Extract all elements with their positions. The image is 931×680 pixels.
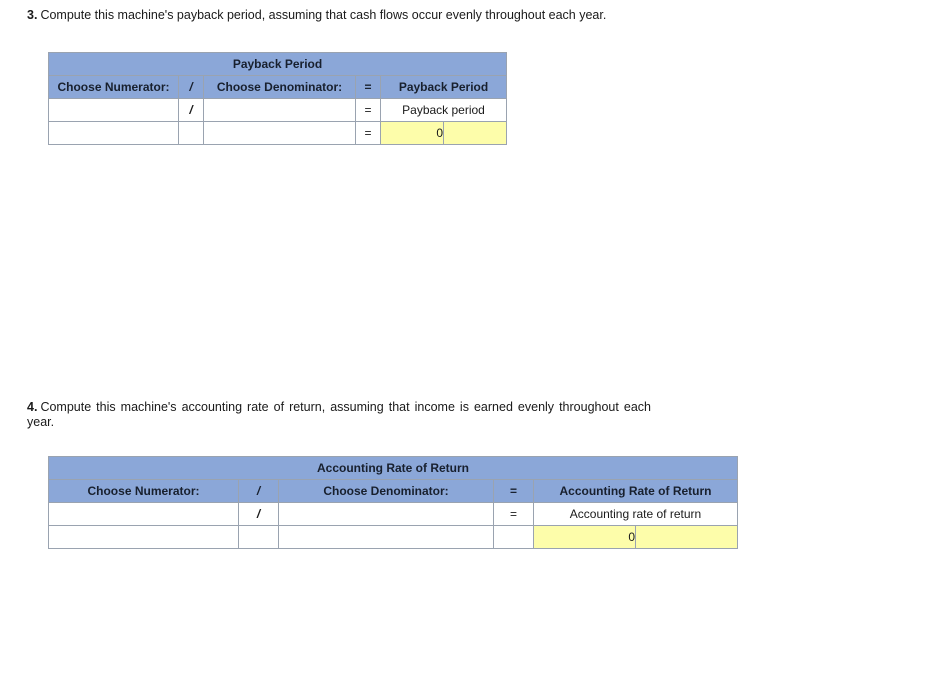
payback-equals-2: = <box>355 121 381 145</box>
table-row: 0 <box>48 525 738 549</box>
arr-table-title: Accounting Rate of Return <box>48 456 738 480</box>
header-choose-numerator: Choose Numerator: <box>48 479 239 503</box>
arr-result-label: Accounting rate of return <box>533 502 738 526</box>
table-title-row: Payback Period <box>47 52 508 76</box>
header-accounting-rate-of-return: Accounting Rate of Return <box>533 479 738 503</box>
arr-divider-2 <box>238 525 279 549</box>
question-4-number: 4. <box>27 400 38 414</box>
table-row: / = Payback period <box>48 98 508 122</box>
payback-divider-1: / <box>178 98 204 122</box>
arr-result-unit[interactable] <box>635 525 738 549</box>
arr-denominator-input-2[interactable] <box>278 525 494 549</box>
payback-divider-2 <box>178 121 204 145</box>
arr-numerator-input-1[interactable] <box>48 502 239 526</box>
header-payback-period: Payback Period <box>379 75 508 99</box>
header-choose-denominator: Choose Denominator: <box>203 75 356 99</box>
arr-result-value[interactable]: 0 <box>533 525 636 549</box>
table-row: = 0 <box>48 121 508 145</box>
header-divider-icon: / <box>238 479 279 503</box>
payback-equals-1: = <box>355 98 381 122</box>
arr-numerator-input-2[interactable] <box>48 525 239 549</box>
arr-divider-1: / <box>238 502 279 526</box>
header-choose-denominator: Choose Denominator: <box>278 479 494 503</box>
header-choose-numerator: Choose Numerator: <box>48 75 179 99</box>
question-4: 4. Compute this machine's accounting rate… <box>27 400 651 430</box>
header-equals-icon: = <box>493 479 534 503</box>
question-3-text: Compute this machine's payback period, a… <box>40 8 607 22</box>
accounting-rate-of-return-table: Accounting Rate of Return Choose Numerat… <box>48 456 738 549</box>
question-3: 3. Compute this machine's payback period,… <box>27 8 727 23</box>
payback-numerator-input-2[interactable] <box>48 121 179 145</box>
payback-result-value[interactable]: 0 <box>380 121 444 145</box>
payback-period-table: Payback Period Choose Numerator: / Choos… <box>47 52 508 145</box>
table-header-row: Choose Numerator: / Choose Denominator: … <box>48 479 738 503</box>
payback-table-title: Payback Period <box>47 52 508 76</box>
header-equals-icon: = <box>355 75 381 99</box>
arr-equals-1: = <box>493 502 534 526</box>
arr-equals-2 <box>493 525 534 549</box>
arr-denominator-input-1[interactable] <box>278 502 494 526</box>
header-divider-icon: / <box>178 75 204 99</box>
payback-denominator-input-1[interactable] <box>203 98 356 122</box>
payback-denominator-input-2[interactable] <box>203 121 356 145</box>
table-title-row: Accounting Rate of Return <box>48 456 738 480</box>
payback-result-unit[interactable] <box>442 121 508 145</box>
question-3-number: 3. <box>27 8 38 22</box>
table-header-row: Choose Numerator: / Choose Denominator: … <box>48 75 508 99</box>
question-4-text: Compute this machine's accounting rate o… <box>27 400 651 429</box>
payback-numerator-input-1[interactable] <box>48 98 179 122</box>
table-row: / = Accounting rate of return <box>48 502 738 526</box>
payback-result-label: Payback period <box>379 98 508 122</box>
